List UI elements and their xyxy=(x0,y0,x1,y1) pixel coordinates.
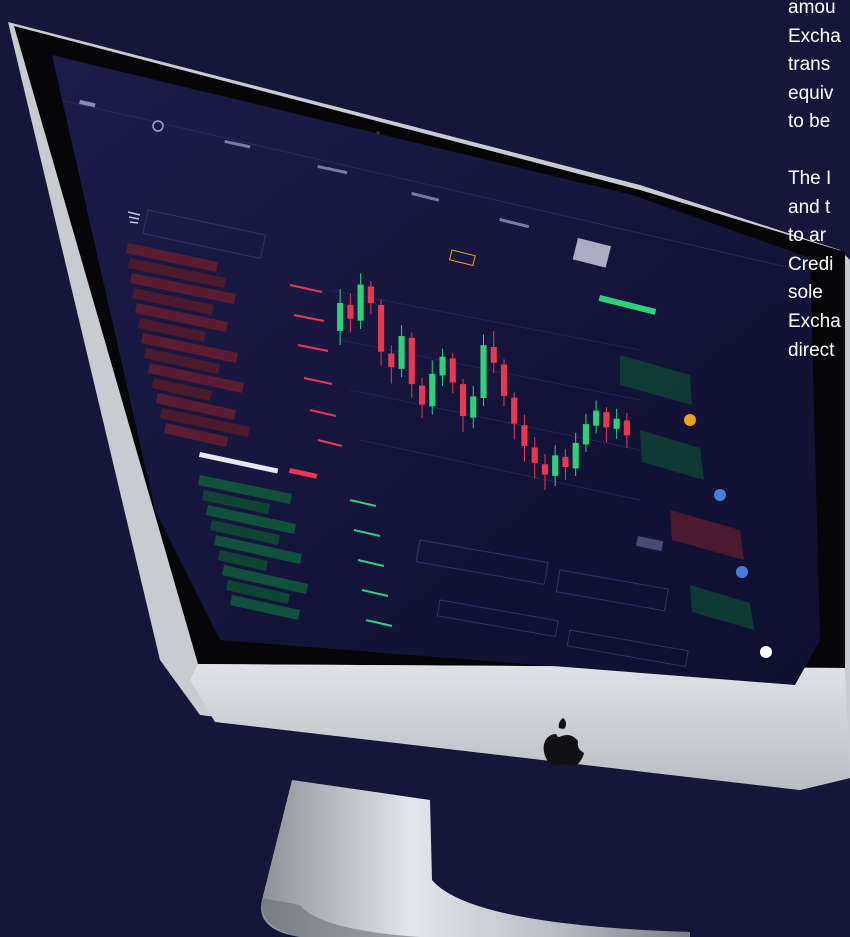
candle-body xyxy=(552,455,559,476)
candle-body xyxy=(603,412,610,428)
bitcoin-icon xyxy=(684,414,696,426)
candle-body xyxy=(480,345,487,399)
side-text-line: sole xyxy=(788,282,823,304)
candle-body xyxy=(398,336,405,369)
candle-body xyxy=(408,337,415,385)
candle-body xyxy=(388,353,395,368)
candle-body xyxy=(572,442,579,469)
candle-body xyxy=(449,358,456,383)
candle-body xyxy=(367,286,374,304)
coin-icon xyxy=(760,646,772,658)
candle-body xyxy=(418,385,426,405)
coin-icon xyxy=(736,566,748,578)
side-text-line: and t xyxy=(788,196,831,218)
side-text-line: trans xyxy=(788,54,831,76)
side-text-line: Excha xyxy=(788,310,841,332)
imac-illustration xyxy=(8,22,850,937)
candle-body xyxy=(531,447,538,463)
side-text-line: The I xyxy=(788,167,832,189)
side-text: amou Excha trans equiv to be The I and t… xyxy=(788,0,850,365)
candle-body xyxy=(623,420,630,436)
side-text-line: to ar xyxy=(788,225,827,247)
imac-chin xyxy=(190,664,850,790)
camera-dot xyxy=(376,131,380,135)
side-text-line: Excha xyxy=(788,25,841,47)
candle-body xyxy=(470,396,477,418)
candle-body xyxy=(347,304,354,319)
side-text-line: amou xyxy=(788,0,836,18)
candle-body xyxy=(357,284,364,321)
candle-body xyxy=(500,364,508,396)
candle-body xyxy=(439,356,446,376)
candle-body xyxy=(593,410,600,426)
candle-body xyxy=(459,384,467,417)
side-text-line: Credi xyxy=(788,253,834,275)
candle-body xyxy=(337,302,344,331)
candle-body xyxy=(511,397,518,424)
candle-body xyxy=(613,418,620,429)
side-text-line: direct xyxy=(788,339,835,361)
imac-stand xyxy=(261,780,690,937)
side-text-line: equiv xyxy=(788,82,834,104)
candle-body xyxy=(521,425,528,446)
candle-body xyxy=(541,464,549,475)
candle-body xyxy=(429,373,436,407)
coin-icon xyxy=(714,489,726,501)
candle-body xyxy=(582,424,589,445)
candle-body xyxy=(490,346,497,363)
candle-body xyxy=(378,304,385,352)
candle-body xyxy=(562,456,569,468)
side-text-line: to be xyxy=(788,111,831,133)
